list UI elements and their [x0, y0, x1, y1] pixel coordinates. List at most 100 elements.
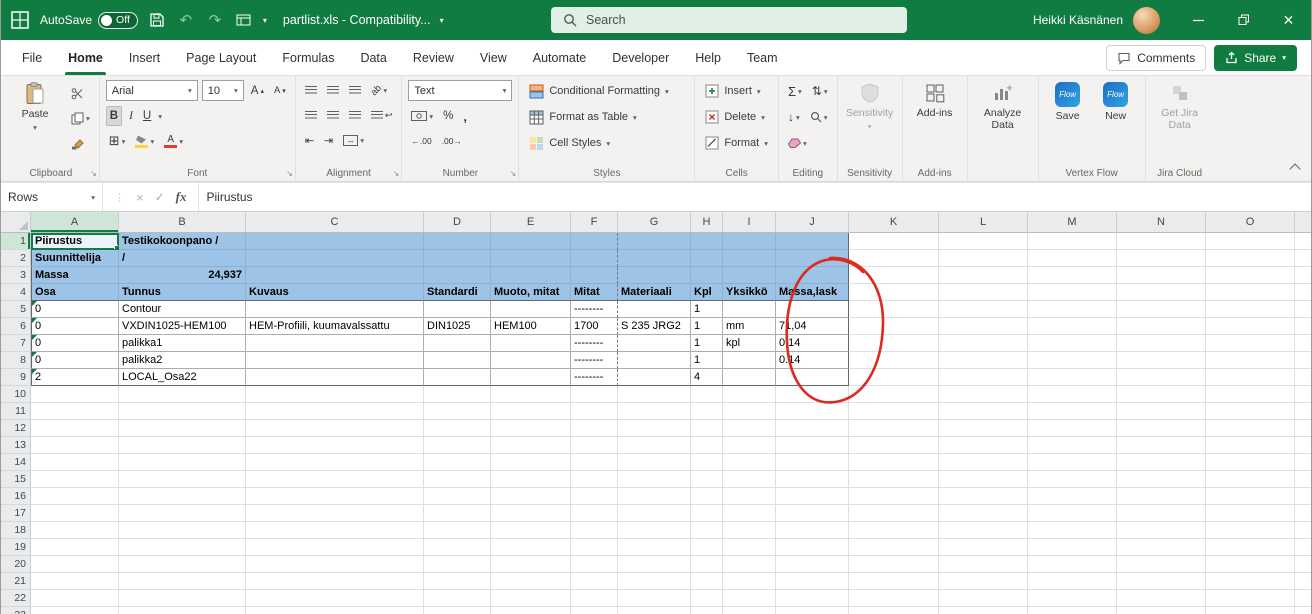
cell-I3[interactable] [723, 267, 776, 284]
cell-K19[interactable] [849, 539, 939, 556]
cell-E23[interactable] [491, 607, 571, 614]
row-header-12[interactable]: 12 [1, 420, 31, 437]
cell-L19[interactable] [939, 539, 1028, 556]
cell-J7[interactable]: 0.14 [776, 335, 849, 352]
cell-H1[interactable] [691, 233, 723, 250]
cell-M4[interactable] [1028, 284, 1117, 301]
cell-E12[interactable] [491, 420, 571, 437]
percent-style-button[interactable]: % [440, 106, 456, 126]
cell-K7[interactable] [849, 335, 939, 352]
cell-K12[interactable] [849, 420, 939, 437]
font-name-select[interactable]: Arial▾ [106, 80, 198, 101]
clear-button[interactable]: ▾ [785, 133, 810, 153]
cell-H17[interactable] [691, 505, 723, 522]
cell-F12[interactable] [571, 420, 618, 437]
cell-G10[interactable] [618, 386, 691, 403]
cell-D8[interactable] [424, 352, 491, 369]
format-cells-button[interactable]: Format▾ [701, 133, 772, 153]
cell-B23[interactable] [119, 607, 246, 614]
cell-G15[interactable] [618, 471, 691, 488]
cell-J22[interactable] [776, 590, 849, 607]
cell-L7[interactable] [939, 335, 1028, 352]
cell-J5[interactable] [776, 301, 849, 318]
number-format-select[interactable]: Text▾ [408, 80, 512, 101]
cell-C16[interactable] [246, 488, 424, 505]
row-header-22[interactable]: 22 [1, 590, 31, 607]
paste-button[interactable]: Paste ▾ [9, 80, 61, 132]
cell-F22[interactable] [571, 590, 618, 607]
align-bottom-button[interactable] [346, 80, 364, 100]
insert-function-icon[interactable]: fx [176, 189, 187, 205]
cell-23[interactable] [1295, 607, 1311, 614]
cell-F18[interactable] [571, 522, 618, 539]
cell-M23[interactable] [1028, 607, 1117, 614]
increase-decimal-button[interactable]: ←.00 [408, 131, 434, 151]
cell-D13[interactable] [424, 437, 491, 454]
cell-F16[interactable] [571, 488, 618, 505]
tab-developer[interactable]: Developer [599, 40, 682, 75]
cell-E16[interactable] [491, 488, 571, 505]
sort-filter-button[interactable]: ⇅▾ [809, 81, 831, 101]
cell-H9[interactable]: 4 [691, 369, 723, 386]
cell-N6[interactable] [1117, 318, 1206, 335]
cell-C1[interactable] [246, 233, 424, 250]
column-header-O[interactable]: O [1206, 212, 1295, 233]
align-middle-button[interactable] [324, 80, 342, 100]
cell-G11[interactable] [618, 403, 691, 420]
cell-15[interactable] [1295, 471, 1311, 488]
merge-center-button[interactable]: ↔▾ [340, 130, 367, 150]
cell-K11[interactable] [849, 403, 939, 420]
title-menu-chevron[interactable]: ▾ [440, 16, 444, 25]
cell-L9[interactable] [939, 369, 1028, 386]
font-dialog-launcher[interactable]: ↘ [286, 169, 293, 178]
cell-G4[interactable]: Materiaali [618, 284, 691, 301]
row-header-15[interactable]: 15 [1, 471, 31, 488]
row-header-19[interactable]: 19 [1, 539, 31, 556]
cell-D12[interactable] [424, 420, 491, 437]
cell-H21[interactable] [691, 573, 723, 590]
cell-L21[interactable] [939, 573, 1028, 590]
cell-H20[interactable] [691, 556, 723, 573]
row-header-6[interactable]: 6 [1, 318, 31, 335]
clipboard-dialog-launcher[interactable]: ↘ [90, 169, 97, 178]
cell-L1[interactable] [939, 233, 1028, 250]
bold-button[interactable]: B [106, 106, 122, 126]
cell-K13[interactable] [849, 437, 939, 454]
row-header-4[interactable]: 4 [1, 284, 31, 301]
cell-K17[interactable] [849, 505, 939, 522]
cell-O2[interactable] [1206, 250, 1295, 267]
cell-C11[interactable] [246, 403, 424, 420]
cell-M11[interactable] [1028, 403, 1117, 420]
cell-I16[interactable] [723, 488, 776, 505]
cell-H19[interactable] [691, 539, 723, 556]
cell-B15[interactable] [119, 471, 246, 488]
cell-C4[interactable]: Kuvaus [246, 284, 424, 301]
cell-5[interactable] [1295, 301, 1311, 318]
cell-N11[interactable] [1117, 403, 1206, 420]
cell-F19[interactable] [571, 539, 618, 556]
cell-N8[interactable] [1117, 352, 1206, 369]
cell-H14[interactable] [691, 454, 723, 471]
alignment-dialog-launcher[interactable]: ↘ [393, 169, 400, 178]
cell-A8[interactable]: 0 [31, 352, 119, 369]
cell-G7[interactable] [618, 335, 691, 352]
tab-data[interactable]: Data [347, 40, 399, 75]
cell-D15[interactable] [424, 471, 491, 488]
cell-B14[interactable] [119, 454, 246, 471]
cell-E14[interactable] [491, 454, 571, 471]
cell-F13[interactable] [571, 437, 618, 454]
column-header-J[interactable]: J [776, 212, 849, 233]
cell-E7[interactable] [491, 335, 571, 352]
cell-F11[interactable] [571, 403, 618, 420]
cell-A4[interactable]: Osa [31, 284, 119, 301]
row-header-5[interactable]: 5 [1, 301, 31, 318]
fill-color-button[interactable]: ▾ [132, 131, 157, 151]
tab-team[interactable]: Team [734, 40, 791, 75]
cell-O14[interactable] [1206, 454, 1295, 471]
cell-D14[interactable] [424, 454, 491, 471]
cell-M5[interactable] [1028, 301, 1117, 318]
cell-I17[interactable] [723, 505, 776, 522]
cell-14[interactable] [1295, 454, 1311, 471]
align-top-button[interactable] [302, 80, 320, 100]
cell-I11[interactable] [723, 403, 776, 420]
